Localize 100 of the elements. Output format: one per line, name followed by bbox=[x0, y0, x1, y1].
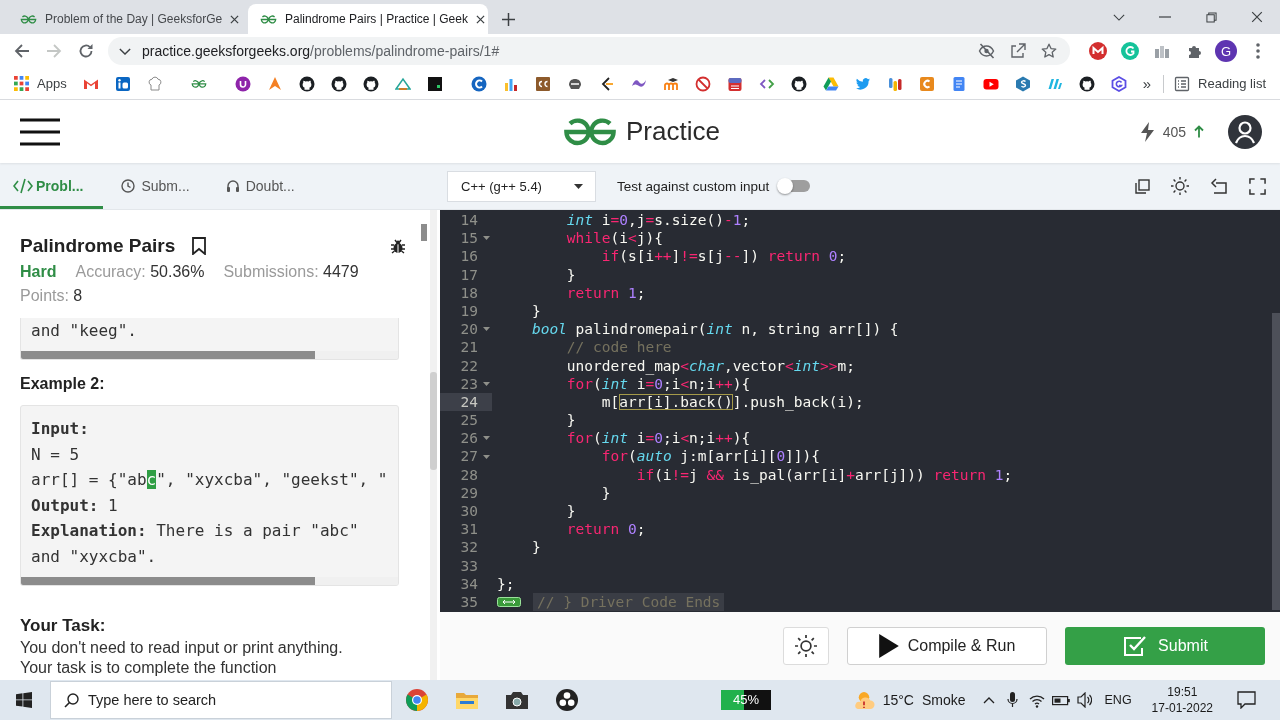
play-icon bbox=[878, 634, 899, 658]
chef-hat-icon[interactable] bbox=[146, 75, 163, 92]
submissions-text: Submissions: 4479 bbox=[223, 263, 359, 281]
scrollbar-thumb[interactable] bbox=[1272, 313, 1280, 610]
cat-logo-icon[interactable] bbox=[330, 75, 347, 92]
round-logo-icon[interactable] bbox=[555, 688, 579, 712]
panel-tab[interactable]: Subm... bbox=[103, 163, 208, 209]
code-line: int i=0,j=s.size()-1; bbox=[565, 211, 751, 230]
example-text: Output: 1 bbox=[31, 495, 118, 515]
scrollbar-thumb[interactable] bbox=[21, 576, 315, 585]
language-dropdown[interactable]: C++ (g++ 5.4) bbox=[447, 170, 596, 202]
accuracy-text: Accuracy: 50.36% bbox=[75, 263, 205, 281]
battery-icon[interactable] bbox=[1051, 693, 1070, 707]
more-icon[interactable] bbox=[1256, 43, 1260, 59]
fold-arrow-icon[interactable] bbox=[482, 436, 490, 441]
close-icon[interactable] bbox=[1251, 11, 1263, 23]
overflow-button[interactable]: » bbox=[1136, 75, 1158, 92]
fold-arrow-icon[interactable] bbox=[482, 236, 490, 241]
line-number: 33 bbox=[459, 556, 479, 575]
streak-count: 405 bbox=[1162, 123, 1186, 140]
example-text: and "xyxcba". bbox=[31, 546, 157, 566]
input-language[interactable]: ENG bbox=[1104, 693, 1132, 707]
bar-chart-icon[interactable] bbox=[1154, 44, 1170, 58]
line-number: 34 bbox=[459, 574, 479, 593]
line-number: 23 bbox=[459, 374, 479, 393]
bug-icon[interactable] bbox=[390, 237, 406, 255]
sun-icon[interactable] bbox=[1171, 177, 1189, 195]
fold-arrow-icon[interactable] bbox=[482, 381, 490, 386]
triangle-logo-icon[interactable] bbox=[394, 75, 411, 92]
arrowhead-icon[interactable] bbox=[266, 75, 283, 92]
hexagon-logo-icon[interactable] bbox=[1014, 75, 1031, 92]
copy-icon[interactable] bbox=[1135, 178, 1150, 194]
chevron-down-icon[interactable] bbox=[1113, 13, 1125, 21]
no-entry-icon[interactable] bbox=[694, 75, 711, 92]
windows-logo-icon[interactable] bbox=[16, 692, 32, 708]
fullscreen-icon[interactable] bbox=[1249, 177, 1266, 195]
fold-marker-icon[interactable] bbox=[497, 597, 521, 608]
chevron-up-icon[interactable] bbox=[982, 696, 995, 704]
code-line: } bbox=[600, 483, 611, 502]
fold-arrow-icon[interactable] bbox=[482, 454, 490, 459]
calendar-icon[interactable] bbox=[726, 75, 743, 92]
cat-logo-icon[interactable] bbox=[362, 75, 379, 92]
camera-icon[interactable] bbox=[505, 690, 529, 710]
panel-tab[interactable]: Doubt... bbox=[207, 163, 313, 209]
example-text: Explanation: There is a pair "abc" bbox=[31, 521, 359, 541]
hexagon-logo-icon[interactable] bbox=[1110, 75, 1127, 92]
close-icon[interactable] bbox=[230, 14, 240, 24]
circle-logo-icon[interactable] bbox=[1089, 42, 1107, 60]
code-line: for(int i=0;i<n;i++){ bbox=[565, 429, 751, 448]
sun-icon bbox=[795, 635, 817, 657]
points-text: Points: 8 bbox=[20, 287, 83, 305]
puzzle-icon[interactable] bbox=[1186, 43, 1202, 59]
search-field[interactable]: Type here to search bbox=[50, 681, 392, 719]
profile-avatar[interactable]: G bbox=[1215, 40, 1237, 62]
microphone-icon[interactable] bbox=[1007, 692, 1018, 708]
example-text: N = 5 bbox=[31, 444, 80, 464]
scrollbar-thumb[interactable] bbox=[21, 351, 315, 359]
chevron-down-icon[interactable] bbox=[119, 47, 131, 55]
cat-logo-icon[interactable] bbox=[790, 75, 807, 92]
browser-tab[interactable]: Palindrome Pairs | Practice | Geek bbox=[248, 4, 488, 34]
address-bar[interactable]: practice.geeksforgeeks.org/problems/palindrome-pairs/1# bbox=[108, 37, 1070, 65]
task-text: You don't need to read input or print anything. bbox=[20, 637, 344, 658]
code-line: if(s[i++]!=s[j--]) return 0; bbox=[600, 247, 847, 266]
menu-icon[interactable] bbox=[20, 117, 60, 146]
undo-icon[interactable] bbox=[1210, 178, 1228, 194]
custom-input-label: Test against custom input bbox=[617, 178, 770, 194]
restore-icon[interactable] bbox=[1205, 11, 1217, 23]
bar-chart-icon[interactable] bbox=[886, 75, 903, 92]
hat-logo-icon[interactable] bbox=[662, 75, 679, 92]
cat-logo-icon[interactable] bbox=[298, 75, 315, 92]
eye-off-icon[interactable] bbox=[978, 43, 995, 59]
reading-list-button[interactable]: Reading list bbox=[1174, 75, 1280, 92]
square-logo-icon[interactable] bbox=[426, 75, 443, 92]
toggle-switch[interactable] bbox=[777, 178, 811, 194]
document-icon[interactable] bbox=[950, 75, 967, 92]
share-icon[interactable] bbox=[1010, 43, 1026, 59]
cat-logo-icon[interactable] bbox=[1078, 75, 1095, 92]
fold-arrow-icon[interactable] bbox=[482, 327, 490, 332]
bookmark-icon[interactable] bbox=[192, 237, 207, 255]
section-heading: Your Task: bbox=[20, 614, 107, 637]
reload-icon[interactable] bbox=[78, 43, 94, 59]
line-number: 22 bbox=[459, 356, 479, 375]
code-line: }; bbox=[497, 574, 515, 593]
notification-icon[interactable] bbox=[1237, 691, 1256, 709]
back-icon[interactable] bbox=[14, 43, 30, 59]
apps-bookmark[interactable]: Apps bbox=[14, 76, 67, 91]
circle-logo-icon[interactable] bbox=[234, 75, 251, 92]
bird-icon[interactable] bbox=[854, 75, 871, 92]
compile-run-button[interactable]: Compile & Run bbox=[847, 627, 1047, 665]
triangle-logo-icon[interactable] bbox=[822, 75, 839, 92]
plus-icon[interactable] bbox=[502, 12, 515, 26]
circle-logo-icon[interactable] bbox=[470, 75, 487, 92]
close-icon[interactable] bbox=[476, 14, 485, 24]
scrollbar-thumb[interactable] bbox=[430, 372, 437, 470]
star-icon[interactable] bbox=[1041, 43, 1057, 59]
user-avatar-icon[interactable] bbox=[1228, 114, 1262, 149]
theme-button[interactable] bbox=[783, 627, 829, 665]
browser-tab[interactable]: Problem of the Day | GeeksforGe bbox=[8, 4, 248, 34]
scrollbar-thumb[interactable] bbox=[421, 224, 427, 241]
speaker-icon[interactable] bbox=[1077, 692, 1092, 708]
